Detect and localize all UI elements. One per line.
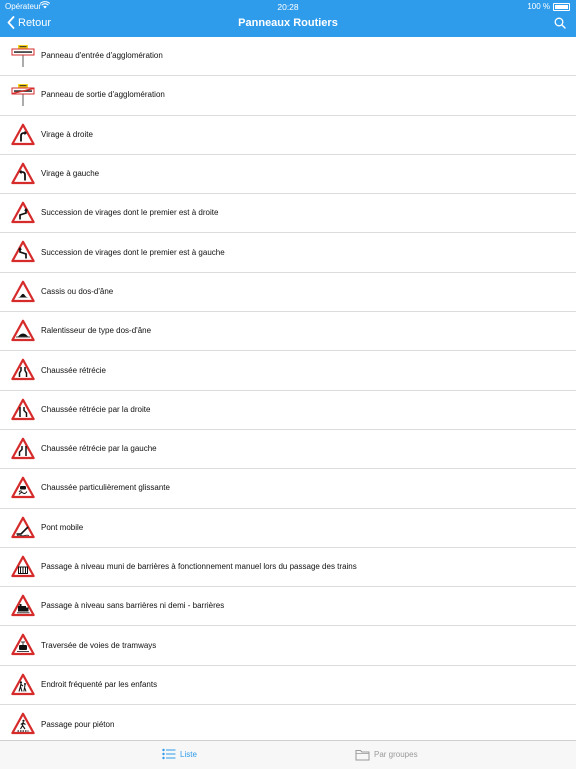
- list-item-label: Passage à niveau muni de barrières à fon…: [41, 562, 357, 571]
- double-curve-left-sign-icon: [11, 240, 35, 264]
- list-item[interactable]: Passage pour piéton: [0, 705, 576, 744]
- town-entry-sign-icon: [11, 44, 35, 68]
- tab-list[interactable]: Liste: [162, 748, 197, 760]
- battery-indicator: 100 %: [527, 2, 570, 11]
- list-item[interactable]: Ralentisseur de type dos-d'âne: [0, 312, 576, 352]
- list-item-label: Panneau d'entrée d'agglomération: [41, 51, 163, 61]
- list-item[interactable]: Virage à droite: [0, 116, 576, 155]
- town-exit-sign-icon: [11, 83, 35, 107]
- list-item-label: Panneau de sortie d'agglomération: [41, 90, 165, 100]
- children-sign-icon: [11, 673, 35, 697]
- curve-left-sign-icon: [11, 162, 35, 186]
- search-icon: [554, 17, 566, 29]
- page-title: Panneaux Routiers: [238, 17, 338, 29]
- list-item-label: Endroit fréquenté par les enfants: [41, 679, 158, 689]
- list-item[interactable]: Chaussée particulièrement glissante: [0, 469, 576, 509]
- list-item-label: Traversée de voies de tramways: [41, 640, 157, 650]
- list-item[interactable]: Chaussée rétrécie par la droite: [0, 391, 576, 430]
- list-item[interactable]: Panneau d'entrée d'agglomération: [0, 37, 576, 77]
- bump-sign-icon: [11, 280, 35, 304]
- list-item[interactable]: Chaussée rétrécie par la gauche: [0, 430, 576, 470]
- folder-icon: [355, 750, 370, 761]
- battery-percent: 100 %: [527, 2, 550, 11]
- tramway-sign-icon: [11, 633, 35, 657]
- status-bar: Opérateur 20:28 100 %: [0, 0, 576, 12]
- list-item-label: Ralentisseur de type dos-d'âne: [41, 326, 152, 336]
- list-item[interactable]: Endroit fréquenté par les enfants: [0, 666, 576, 706]
- road-narrows-right-sign-icon: [11, 398, 35, 422]
- speed-bump-sign-icon: [11, 319, 35, 343]
- road-narrows-sign-icon: [11, 358, 35, 382]
- navigation-bar: Retour Panneaux Routiers: [0, 12, 576, 37]
- list-item-label: Succession de virages dont le premier es…: [41, 208, 219, 218]
- tab-groups-label: Par groupes: [374, 750, 418, 759]
- list-item[interactable]: Chaussée rétrécie: [0, 351, 576, 391]
- curve-right-sign-icon: [11, 123, 35, 147]
- tab-list-label: Liste: [180, 749, 197, 759]
- level-crossing-barrier-sign-icon: [11, 555, 35, 579]
- list-item-label: Chaussée rétrécie par la droite: [41, 404, 151, 414]
- slippery-road-sign-icon: [11, 476, 35, 500]
- list-item[interactable]: Succession de virages dont le premier es…: [0, 233, 576, 273]
- list-item[interactable]: Panneau de sortie d'agglomération: [0, 76, 576, 116]
- list-item-label: Passage pour piéton: [41, 719, 115, 729]
- list-item[interactable]: Pont mobile: [0, 509, 576, 548]
- list-item[interactable]: Cassis ou dos-d'âne: [0, 273, 576, 313]
- tab-groups[interactable]: Par groupes: [355, 748, 418, 761]
- clock: 20:28: [277, 2, 299, 12]
- sign-list: Panneau d'entrée d'agglomération Panneau …: [0, 37, 576, 744]
- pedestrian-sign-icon: [11, 712, 35, 736]
- level-crossing-train-sign-icon: [11, 594, 35, 618]
- list-item-label: Cassis ou dos-d'âne: [41, 286, 114, 296]
- list-item[interactable]: Succession de virages dont le premier es…: [0, 194, 576, 234]
- list-icon: [162, 748, 176, 760]
- list-item[interactable]: Traversée de voies de tramways: [0, 626, 576, 666]
- list-item[interactable]: Passage à niveau muni de barrières à fon…: [0, 548, 576, 588]
- list-item-label: Chaussée rétrécie par la gauche: [41, 444, 157, 454]
- double-curve-right-sign-icon: [11, 201, 35, 225]
- movable-bridge-sign-icon: [11, 516, 35, 540]
- list-item-label: Succession de virages dont le premier es…: [41, 247, 225, 257]
- list-item[interactable]: Virage à gauche: [0, 155, 576, 195]
- road-narrows-left-sign-icon: [11, 437, 35, 461]
- tab-bar: Liste Par groupes: [0, 740, 576, 769]
- search-button[interactable]: [554, 16, 566, 34]
- list-item-label: Chaussée rétrécie: [41, 365, 106, 375]
- battery-icon: [553, 2, 570, 11]
- list-item-label: Virage à gauche: [41, 169, 100, 179]
- list-item-label: Virage à droite: [41, 129, 93, 139]
- list-item-label: Passage à niveau sans barrières ni demi …: [41, 601, 225, 611]
- list-item-label: Chaussée particulièrement glissante: [41, 483, 170, 493]
- list-item-label: Pont mobile: [41, 522, 84, 532]
- list-item[interactable]: Passage à niveau sans barrières ni demi …: [0, 587, 576, 627]
